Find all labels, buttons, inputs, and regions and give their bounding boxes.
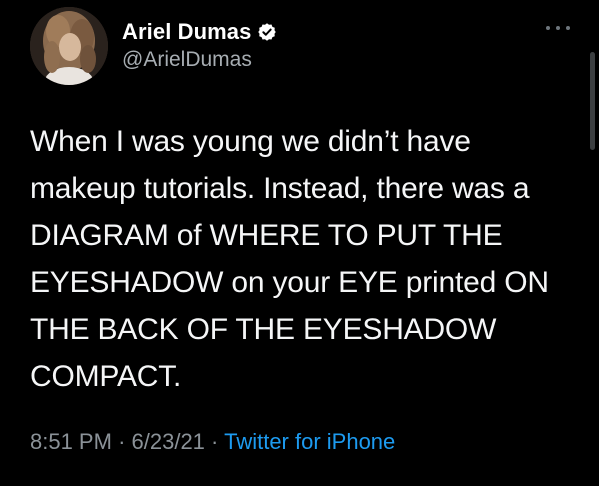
tweet-text-line: COMPACT. bbox=[30, 360, 182, 393]
tweet-text-line: EYESHADOW on your EYE printed ON bbox=[30, 266, 549, 299]
more-options-icon[interactable] bbox=[546, 18, 570, 38]
author-handle[interactable]: @ArielDumas bbox=[122, 48, 252, 72]
more-dot-icon bbox=[566, 26, 570, 30]
author-display-name[interactable]: Ariel Dumas bbox=[122, 19, 251, 45]
meta-separator: · bbox=[118, 429, 126, 454]
author-name-row[interactable]: Ariel Dumas bbox=[122, 18, 277, 46]
tweet-date[interactable]: 6/23/21 bbox=[132, 429, 205, 454]
tweet-text-line: THE BACK OF THE EYESHADOW bbox=[30, 313, 497, 346]
tweet-text: When I was young we didn’t have makeup t… bbox=[30, 118, 575, 400]
avatar[interactable] bbox=[30, 7, 108, 85]
tweet-text-line: DIAGRAM of WHERE TO PUT THE bbox=[30, 219, 503, 252]
more-dot-icon bbox=[556, 26, 560, 30]
tweet-container: Ariel Dumas @ArielDumas When I was young… bbox=[0, 0, 599, 486]
tweet-source-link[interactable]: Twitter for iPhone bbox=[224, 429, 395, 454]
meta-separator: · bbox=[211, 429, 219, 454]
tweet-text-line: makeup tutorials. Instead, there was a bbox=[30, 172, 530, 205]
more-dot-icon bbox=[546, 26, 550, 30]
scrollbar[interactable] bbox=[590, 52, 595, 150]
avatar-photo bbox=[30, 7, 108, 85]
tweet-meta: 8:51 PM · 6/23/21 · Twitter for iPhone bbox=[30, 429, 395, 455]
tweet-text-line: When I was young we didn’t have bbox=[30, 125, 471, 158]
verified-badge-icon bbox=[257, 22, 277, 42]
tweet-time[interactable]: 8:51 PM bbox=[30, 429, 112, 454]
